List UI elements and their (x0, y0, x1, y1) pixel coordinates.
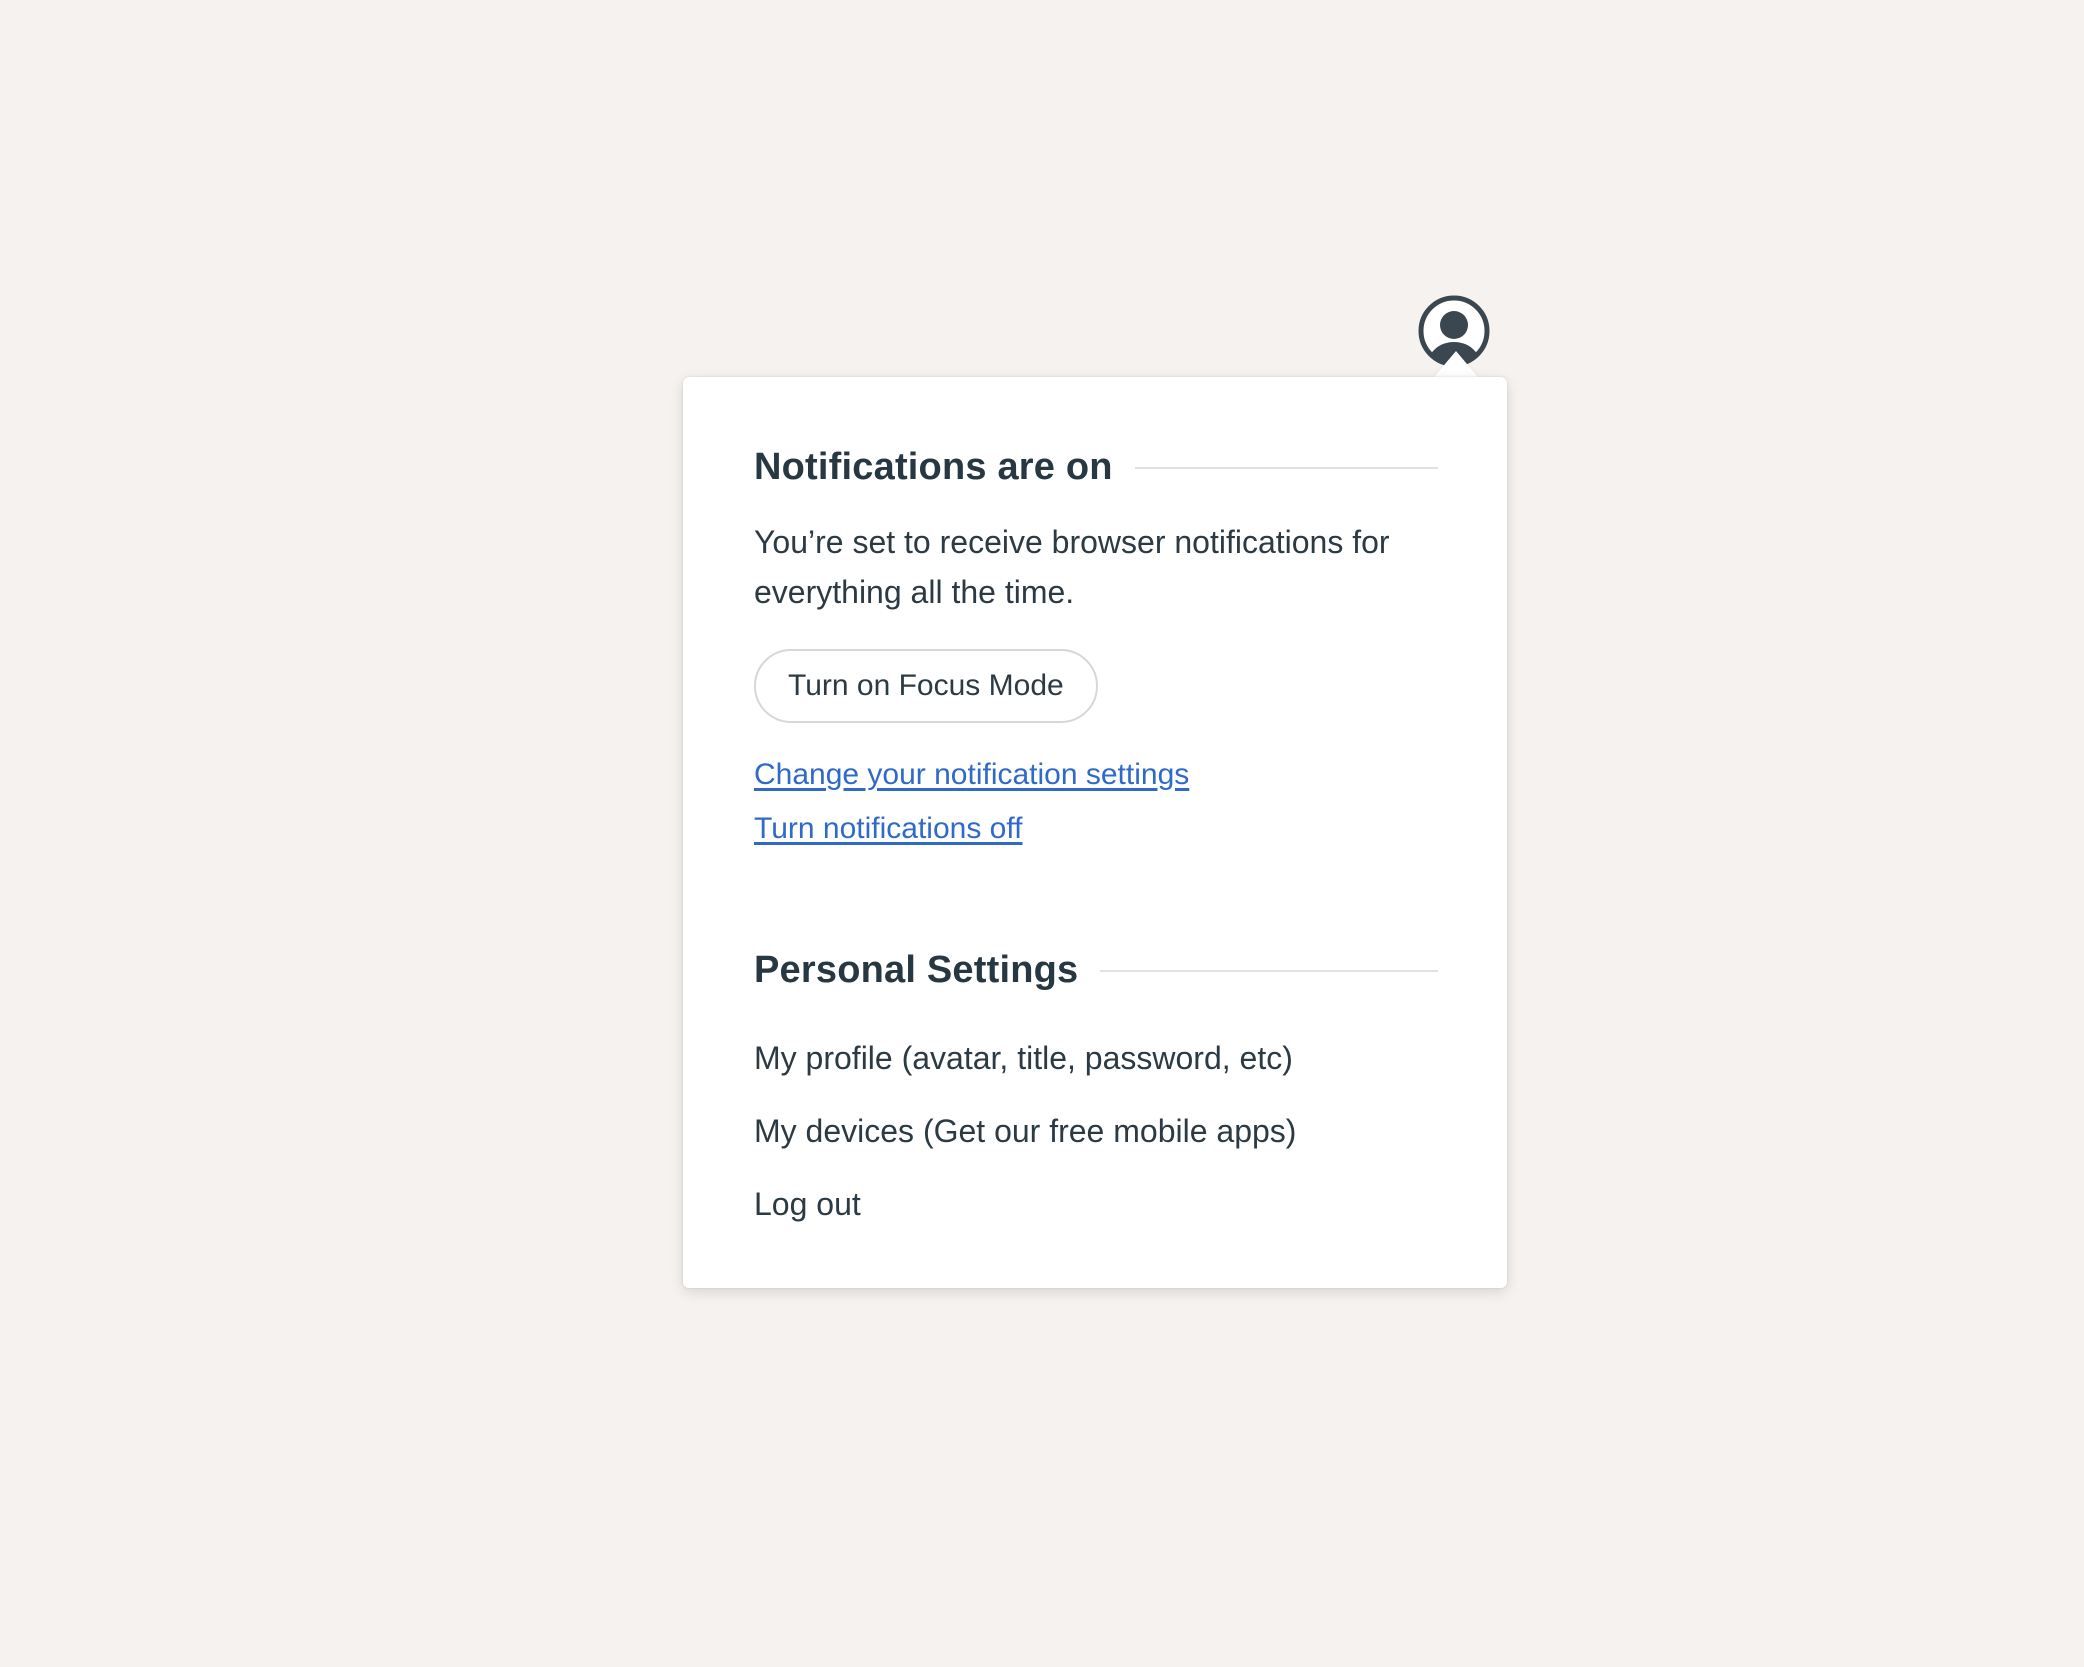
heading-divider (1100, 969, 1438, 972)
menu-item-log-out[interactable]: Log out (754, 1186, 861, 1223)
personal-settings-heading-text: Personal Settings (754, 949, 1079, 991)
change-notification-settings-link[interactable]: Change your notification settings (754, 758, 1189, 792)
notifications-description: You’re set to receive browser notificati… (754, 524, 1390, 610)
menu-item-my-profile[interactable]: My profile (avatar, title, password, etc… (754, 1040, 1293, 1077)
account-menu-popover: Notifications are on You’re set to recei… (683, 377, 1507, 1288)
notifications-heading-text: Notifications are on (754, 446, 1113, 488)
heading-divider (1134, 466, 1438, 469)
notifications-heading: Notifications are on (754, 446, 1438, 489)
popover-caret (1434, 351, 1478, 377)
personal-settings-heading: Personal Settings (754, 949, 1438, 992)
menu-item-my-devices[interactable]: My devices (Get our free mobile apps) (754, 1113, 1296, 1150)
focus-mode-button[interactable]: Turn on Focus Mode (754, 649, 1098, 723)
turn-notifications-off-link[interactable]: Turn notifications off (754, 812, 1022, 846)
